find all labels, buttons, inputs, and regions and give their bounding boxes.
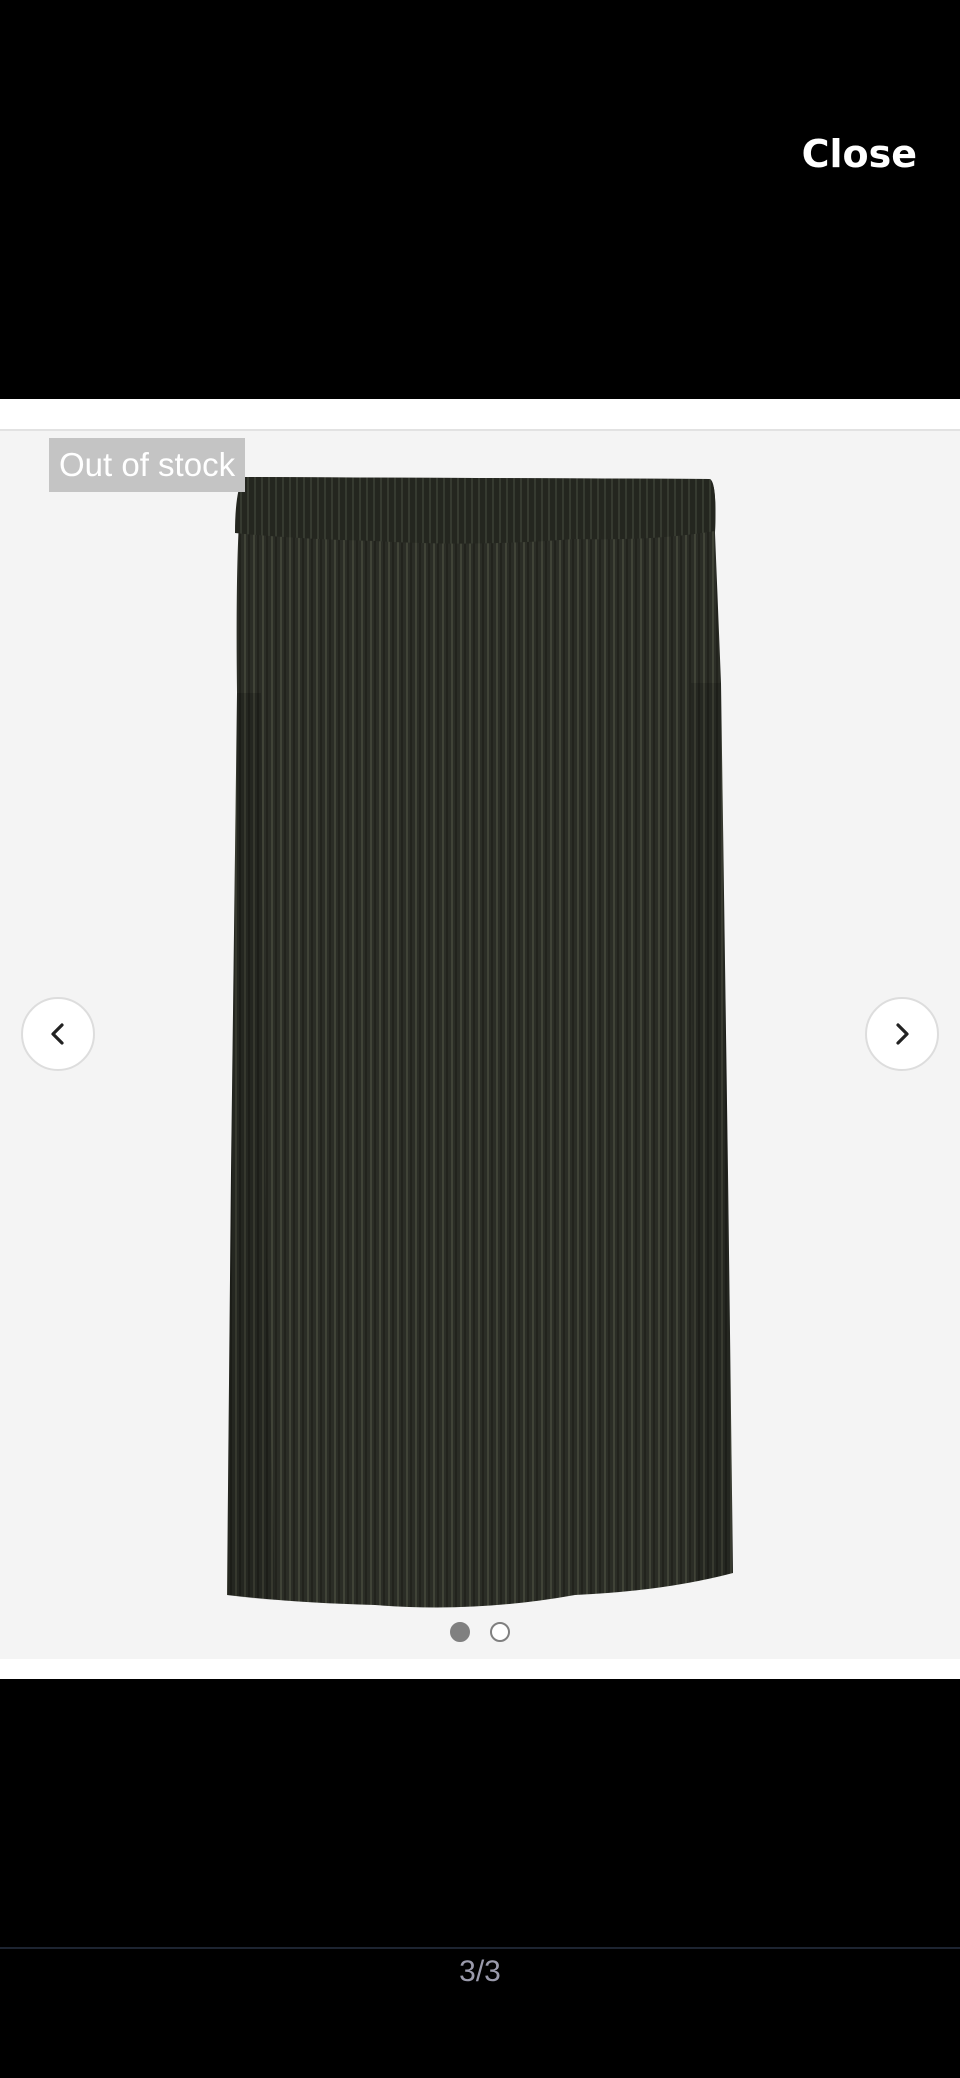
footer-divider [0,1947,960,1949]
chevron-left-icon [51,1023,64,1045]
close-button[interactable]: Close [802,128,917,180]
page-counter: 3/3 [459,1955,501,1988]
chevron-right-icon [896,1023,909,1045]
carousel-dot-1[interactable] [450,1622,470,1642]
image-card: Out of stock [0,399,960,1679]
previous-image-button[interactable] [21,997,95,1071]
carousel-pagination [0,1622,960,1646]
product-image [227,477,733,1608]
image-viewer: Close Out of stock 3/3 [0,0,960,2078]
out-of-stock-badge: Out of stock [49,438,246,492]
next-image-button[interactable] [865,997,939,1071]
product-image-area[interactable]: Out of stock [0,429,960,1659]
carousel-dot-2[interactable] [490,1622,510,1642]
